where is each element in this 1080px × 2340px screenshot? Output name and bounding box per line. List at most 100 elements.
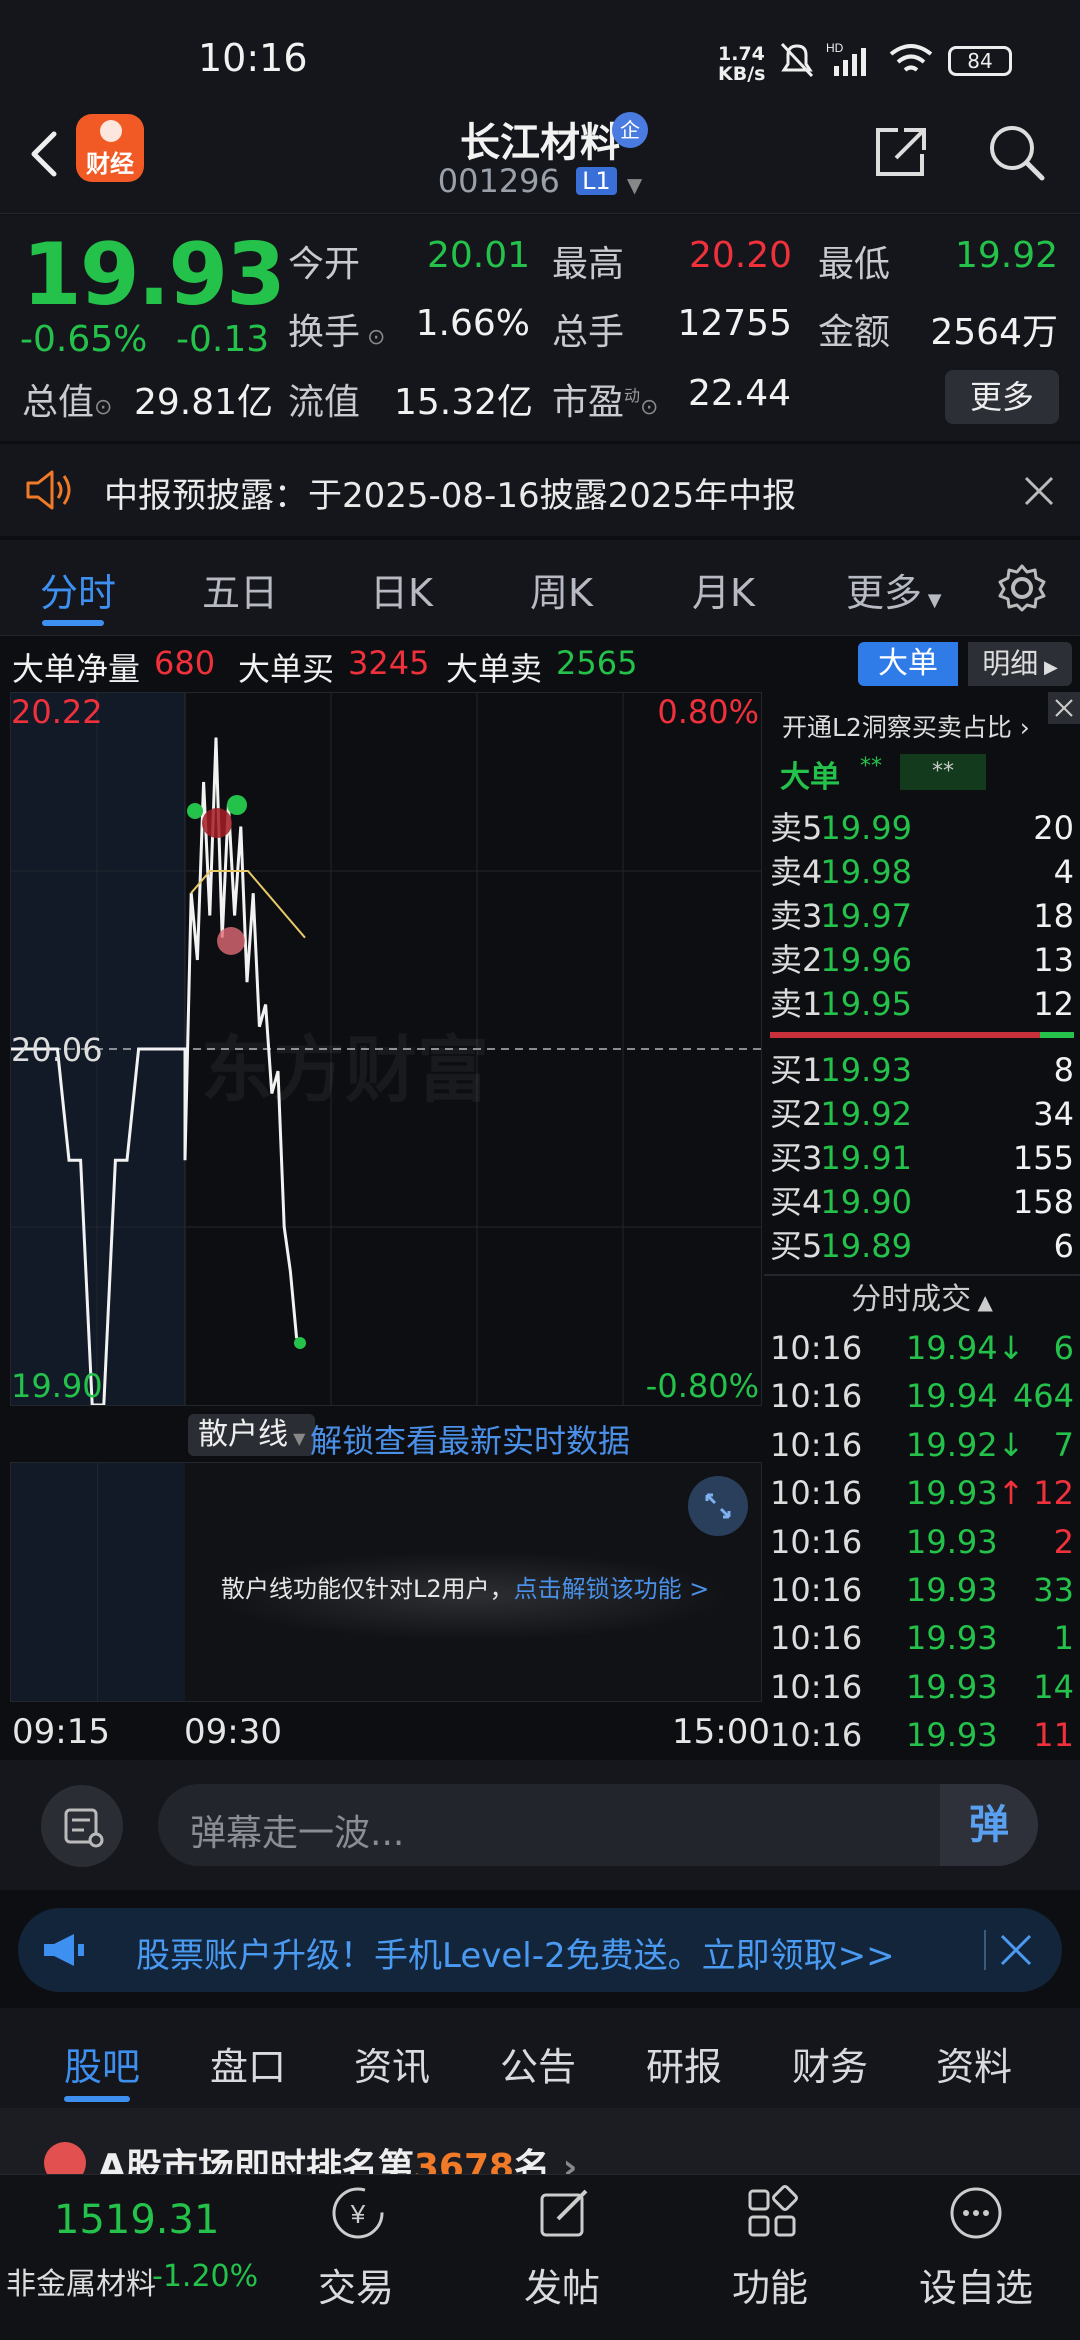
tick-row: 10:16 19.93 1 xyxy=(770,1614,1080,1662)
tab-intraday[interactable]: 分时 xyxy=(40,562,116,617)
tick-volume: 14 xyxy=(1033,1667,1074,1706)
search-icon[interactable] xyxy=(984,120,1048,184)
tab-more[interactable]: 更多 ▼ xyxy=(846,562,942,617)
tick-price: 19.93 xyxy=(906,1667,998,1706)
big-sell-marker xyxy=(227,795,247,815)
share-icon[interactable] xyxy=(872,122,932,182)
gear-icon[interactable] xyxy=(996,562,1048,614)
big-sell-marker xyxy=(202,808,232,838)
tab-announcements[interactable]: 公告 xyxy=(500,2036,576,2091)
tick-time: 10:16 xyxy=(770,1619,863,1658)
promo-banner[interactable]: 股票账户升级！手机Level-2免费送。立即领取>> xyxy=(18,1908,1062,1992)
wifi-icon xyxy=(889,44,933,72)
tab-news[interactable]: 资讯 xyxy=(354,2036,430,2091)
nav-post[interactable]: 发帖 xyxy=(482,2175,642,2340)
tab-five-day[interactable]: 五日 xyxy=(202,562,278,617)
turnover-label[interactable]: 换手 ⊙ xyxy=(288,303,385,355)
pe-label[interactable]: 市盈动⊙ xyxy=(552,373,658,425)
last-price: 19.93 xyxy=(22,225,286,325)
bid-ask-ratio-bar xyxy=(770,1032,1040,1038)
bid-level-label: 买3 xyxy=(770,1139,823,1177)
ask-row-2[interactable]: 卖4 19.98 4 xyxy=(770,850,1080,894)
open-label: 今开 xyxy=(288,244,361,285)
ask-level-label: 卖3 xyxy=(770,897,823,935)
sector-index[interactable]: 1519.31 非金属材料 -1.20% xyxy=(0,2175,290,2340)
tab-monthly-k[interactable]: 月K xyxy=(692,562,755,617)
notice-bar[interactable]: 中报预披露：于2025-08-16披露2025年中报 xyxy=(0,444,1080,536)
low-value: 19.92 xyxy=(954,235,1058,276)
high-label: 最高 xyxy=(552,244,625,285)
bid-row-1[interactable]: 买1 19.93 8 xyxy=(770,1048,1080,1092)
bid-row-4[interactable]: 买4 19.90 158 xyxy=(770,1180,1080,1224)
ask-level-label: 卖2 xyxy=(770,941,823,979)
ask-volume: 18 xyxy=(1033,897,1074,935)
tab-profile[interactable]: 资料 xyxy=(936,2036,1012,2091)
time-tick-close: 15:00 xyxy=(672,1712,770,1752)
retail-line-selector[interactable]: 散户线 ▼ xyxy=(188,1414,316,1456)
float-value: 15.32亿 xyxy=(394,382,534,423)
unlock-data-link[interactable]: 解锁查看最新实时数据 xyxy=(310,1416,630,1462)
intraday-chart[interactable]: 东方财富 20.22 0.80% 20.06 19.90 -0.80% xyxy=(10,692,762,1406)
close-icon[interactable] xyxy=(1022,474,1056,508)
bid-row-2[interactable]: 买2 19.92 34 xyxy=(770,1092,1080,1136)
last-price-marker xyxy=(294,1337,306,1349)
tab-finance[interactable]: 财务 xyxy=(792,2036,868,2091)
ask-row-5[interactable]: 卖1 19.95 12 xyxy=(770,982,1080,1026)
ask-row-1[interactable]: 卖5 19.99 20 xyxy=(770,806,1080,850)
ask-row-4[interactable]: 卖2 19.96 13 xyxy=(770,938,1080,982)
tick-time: 10:16 xyxy=(770,1667,863,1706)
edit-icon xyxy=(540,2189,588,2237)
battery-icon: 84 xyxy=(948,46,1012,76)
turnover-value: 1.66% xyxy=(415,303,530,344)
bid-volume: 6 xyxy=(1053,1227,1074,1265)
amount-value: 2564万 xyxy=(930,312,1058,353)
detail-tab[interactable]: 明细 ▶ xyxy=(968,642,1072,686)
tick-price: 19.93 xyxy=(906,1619,998,1658)
nav-trade[interactable]: ¥ 交易 xyxy=(276,2175,436,2340)
more-button[interactable]: 更多 xyxy=(945,370,1059,424)
l2-insight-link[interactable]: 开通L2洞察买卖占比 › xyxy=(782,708,1030,744)
promo-text: 股票账户升级！手机Level-2免费送。立即领取>> xyxy=(136,1936,895,1976)
tick-price: 19.93 xyxy=(906,1570,998,1609)
net-volume-label: 大单净量 xyxy=(12,650,141,688)
tab-research[interactable]: 研报 xyxy=(646,2036,722,2091)
verified-company-icon: 企 xyxy=(612,112,648,148)
chevron-down-icon: ▼ xyxy=(922,590,942,611)
close-icon[interactable] xyxy=(998,1932,1034,1968)
tick-row: 10:16 19.94 464 xyxy=(770,1372,1080,1420)
nav-add-watchlist[interactable]: 设自选 xyxy=(896,2175,1056,2340)
ticks-title[interactable]: 分时成交 ▲ xyxy=(764,1276,1080,1324)
retail-line-notice: 散户线功能仅针对L2用户，点击解锁该功能 > xyxy=(221,1575,710,1603)
mktcap-label[interactable]: 总值⊙ xyxy=(22,373,112,425)
notice-text: 中报预披露：于2025-08-16披露2025年中报 xyxy=(104,476,797,516)
danmu-input[interactable]: 弹幕走一波... 弹 xyxy=(158,1784,1038,1866)
danmu-bar: 弹幕走一波... 弹 xyxy=(0,1760,1080,1890)
ask-price: 19.97 xyxy=(820,897,912,935)
bid-row-5[interactable]: 买5 19.89 6 xyxy=(770,1224,1080,1268)
float-label: 流值 xyxy=(288,382,361,423)
tick-volume: 7 xyxy=(1053,1425,1074,1464)
tick-row: 10:16 19.93 11 xyxy=(770,1711,1080,1759)
ask-list: 卖5 19.99 20 卖4 19.98 4 卖3 19.97 18 卖2 19.96 13 卖1 19.… xyxy=(770,806,1080,1026)
danmu-settings-icon[interactable] xyxy=(40,1784,124,1868)
bid-price: 19.89 xyxy=(820,1227,912,1265)
unlock-feature-link[interactable]: 点击解锁该功能 > xyxy=(514,1575,710,1603)
bid-volume: 34 xyxy=(1033,1095,1074,1133)
big-order-mask-1: ** xyxy=(860,754,882,779)
tab-weekly-k[interactable]: 周K xyxy=(530,562,593,617)
market-rank-row[interactable]: A股市场即时排名第3678名 › xyxy=(0,2108,1080,2174)
tab-pankou[interactable]: 盘口 xyxy=(210,2036,286,2091)
ask-row-3[interactable]: 卖3 19.97 18 xyxy=(770,894,1080,938)
expand-icon[interactable] xyxy=(687,1475,749,1537)
megaphone-icon xyxy=(44,1934,84,1966)
bid-row-3[interactable]: 买3 19.91 155 xyxy=(770,1136,1080,1180)
nav-functions[interactable]: 功能 xyxy=(690,2175,850,2340)
close-icon[interactable] xyxy=(1048,692,1080,724)
trade-icon: ¥ xyxy=(332,2187,384,2239)
level-badge: L1 xyxy=(576,167,617,195)
danmu-send-icon[interactable]: 弹 xyxy=(940,1784,1038,1866)
big-order-tab[interactable]: 大单 xyxy=(858,642,958,686)
tab-daily-k[interactable]: 日K xyxy=(370,562,433,617)
tab-guba[interactable]: 股吧 xyxy=(64,2036,140,2091)
bid-volume: 8 xyxy=(1053,1051,1074,1089)
